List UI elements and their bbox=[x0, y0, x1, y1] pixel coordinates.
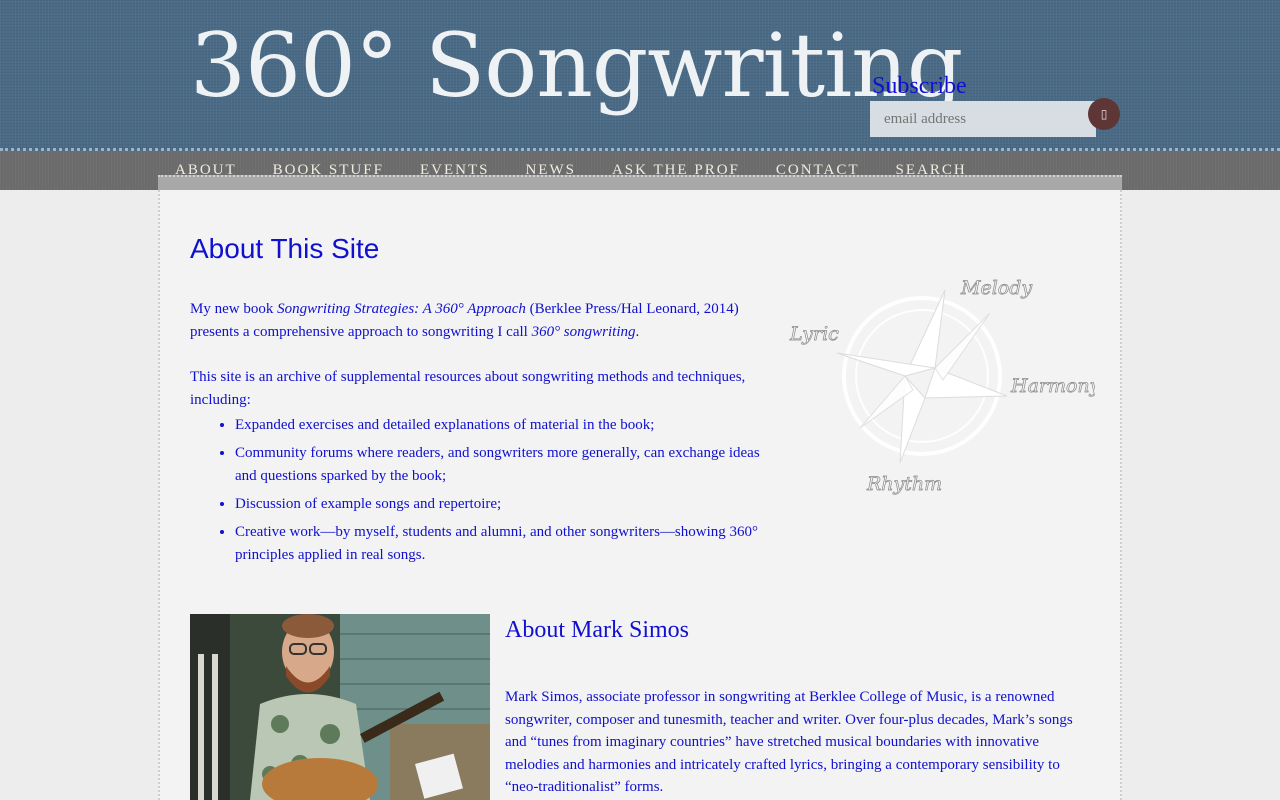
nav-item-news[interactable]: NEWS bbox=[525, 162, 576, 179]
book-title: Songwriting Strategies: A 360° Approach bbox=[277, 301, 526, 317]
site-logo[interactable]: 360° Songwriting bbox=[190, 22, 963, 110]
main-nav: ABOUT BOOK STUFF EVENTS NEWS ASK THE PRO… bbox=[0, 151, 1280, 190]
page-title: About This Site bbox=[190, 233, 380, 264]
bio-text: Mark Simos, associate professor in songw… bbox=[505, 689, 1073, 795]
subscribe-button[interactable]: ▯ bbox=[1088, 98, 1120, 130]
intro-paragraph: My new book Songwriting Strategies: A 36… bbox=[190, 298, 765, 344]
nav-item-search[interactable]: SEARCH bbox=[896, 162, 967, 179]
list-item: Discussion of example songs and repertoi… bbox=[235, 493, 765, 516]
email-input[interactable] bbox=[870, 101, 1096, 137]
subscribe-label: Subscribe bbox=[872, 73, 967, 99]
bio-title: About Mark Simos bbox=[505, 617, 690, 643]
archive-paragraph: This site is an archive of supplemental … bbox=[190, 369, 746, 408]
compass-label-harmony: Harmony bbox=[1010, 375, 1095, 397]
site-header: 360° Songwriting Subscribe ▯ bbox=[0, 0, 1280, 151]
compass-graphic: Melody Lyric Harmony Rhythm bbox=[789, 277, 1095, 496]
list-item: Expanded exercises and detailed explanat… bbox=[235, 414, 765, 437]
term-360-songwriting: 360° songwriting bbox=[531, 324, 636, 340]
compass-label-melody: Melody bbox=[960, 277, 1032, 299]
author-photo bbox=[190, 614, 490, 800]
compass-ring-inner bbox=[855, 309, 989, 443]
nav-items: ABOUT BOOK STUFF EVENTS NEWS ASK THE PRO… bbox=[175, 162, 967, 179]
compass-label-rhythm: Rhythm bbox=[866, 473, 942, 495]
compass-point-harmony bbox=[924, 367, 1008, 399]
intro-prefix: My new book bbox=[190, 301, 278, 317]
list-item: Creative work—by myself, students and al… bbox=[235, 521, 765, 567]
compass-label-lyric: Lyric bbox=[789, 323, 839, 345]
list-item: Community forums where readers, and song… bbox=[235, 442, 765, 488]
compass-ring-outer bbox=[842, 296, 1002, 456]
resource-list: Expanded exercises and detailed explanat… bbox=[190, 414, 765, 572]
nav-item-contact[interactable]: CONTACT bbox=[776, 162, 860, 179]
nav-item-book-stuff[interactable]: BOOK STUFF bbox=[273, 162, 384, 179]
nav-item-about[interactable]: ABOUT bbox=[175, 162, 237, 179]
compass-point-melody bbox=[904, 289, 946, 377]
subscribe-icon: ▯ bbox=[1100, 107, 1108, 121]
nav-item-ask-the-prof[interactable]: ASK THE PROF bbox=[612, 162, 740, 179]
nav-item-events[interactable]: EVENTS bbox=[420, 162, 490, 179]
author-photo-image bbox=[190, 614, 490, 800]
intro-suffix: . bbox=[635, 324, 640, 340]
